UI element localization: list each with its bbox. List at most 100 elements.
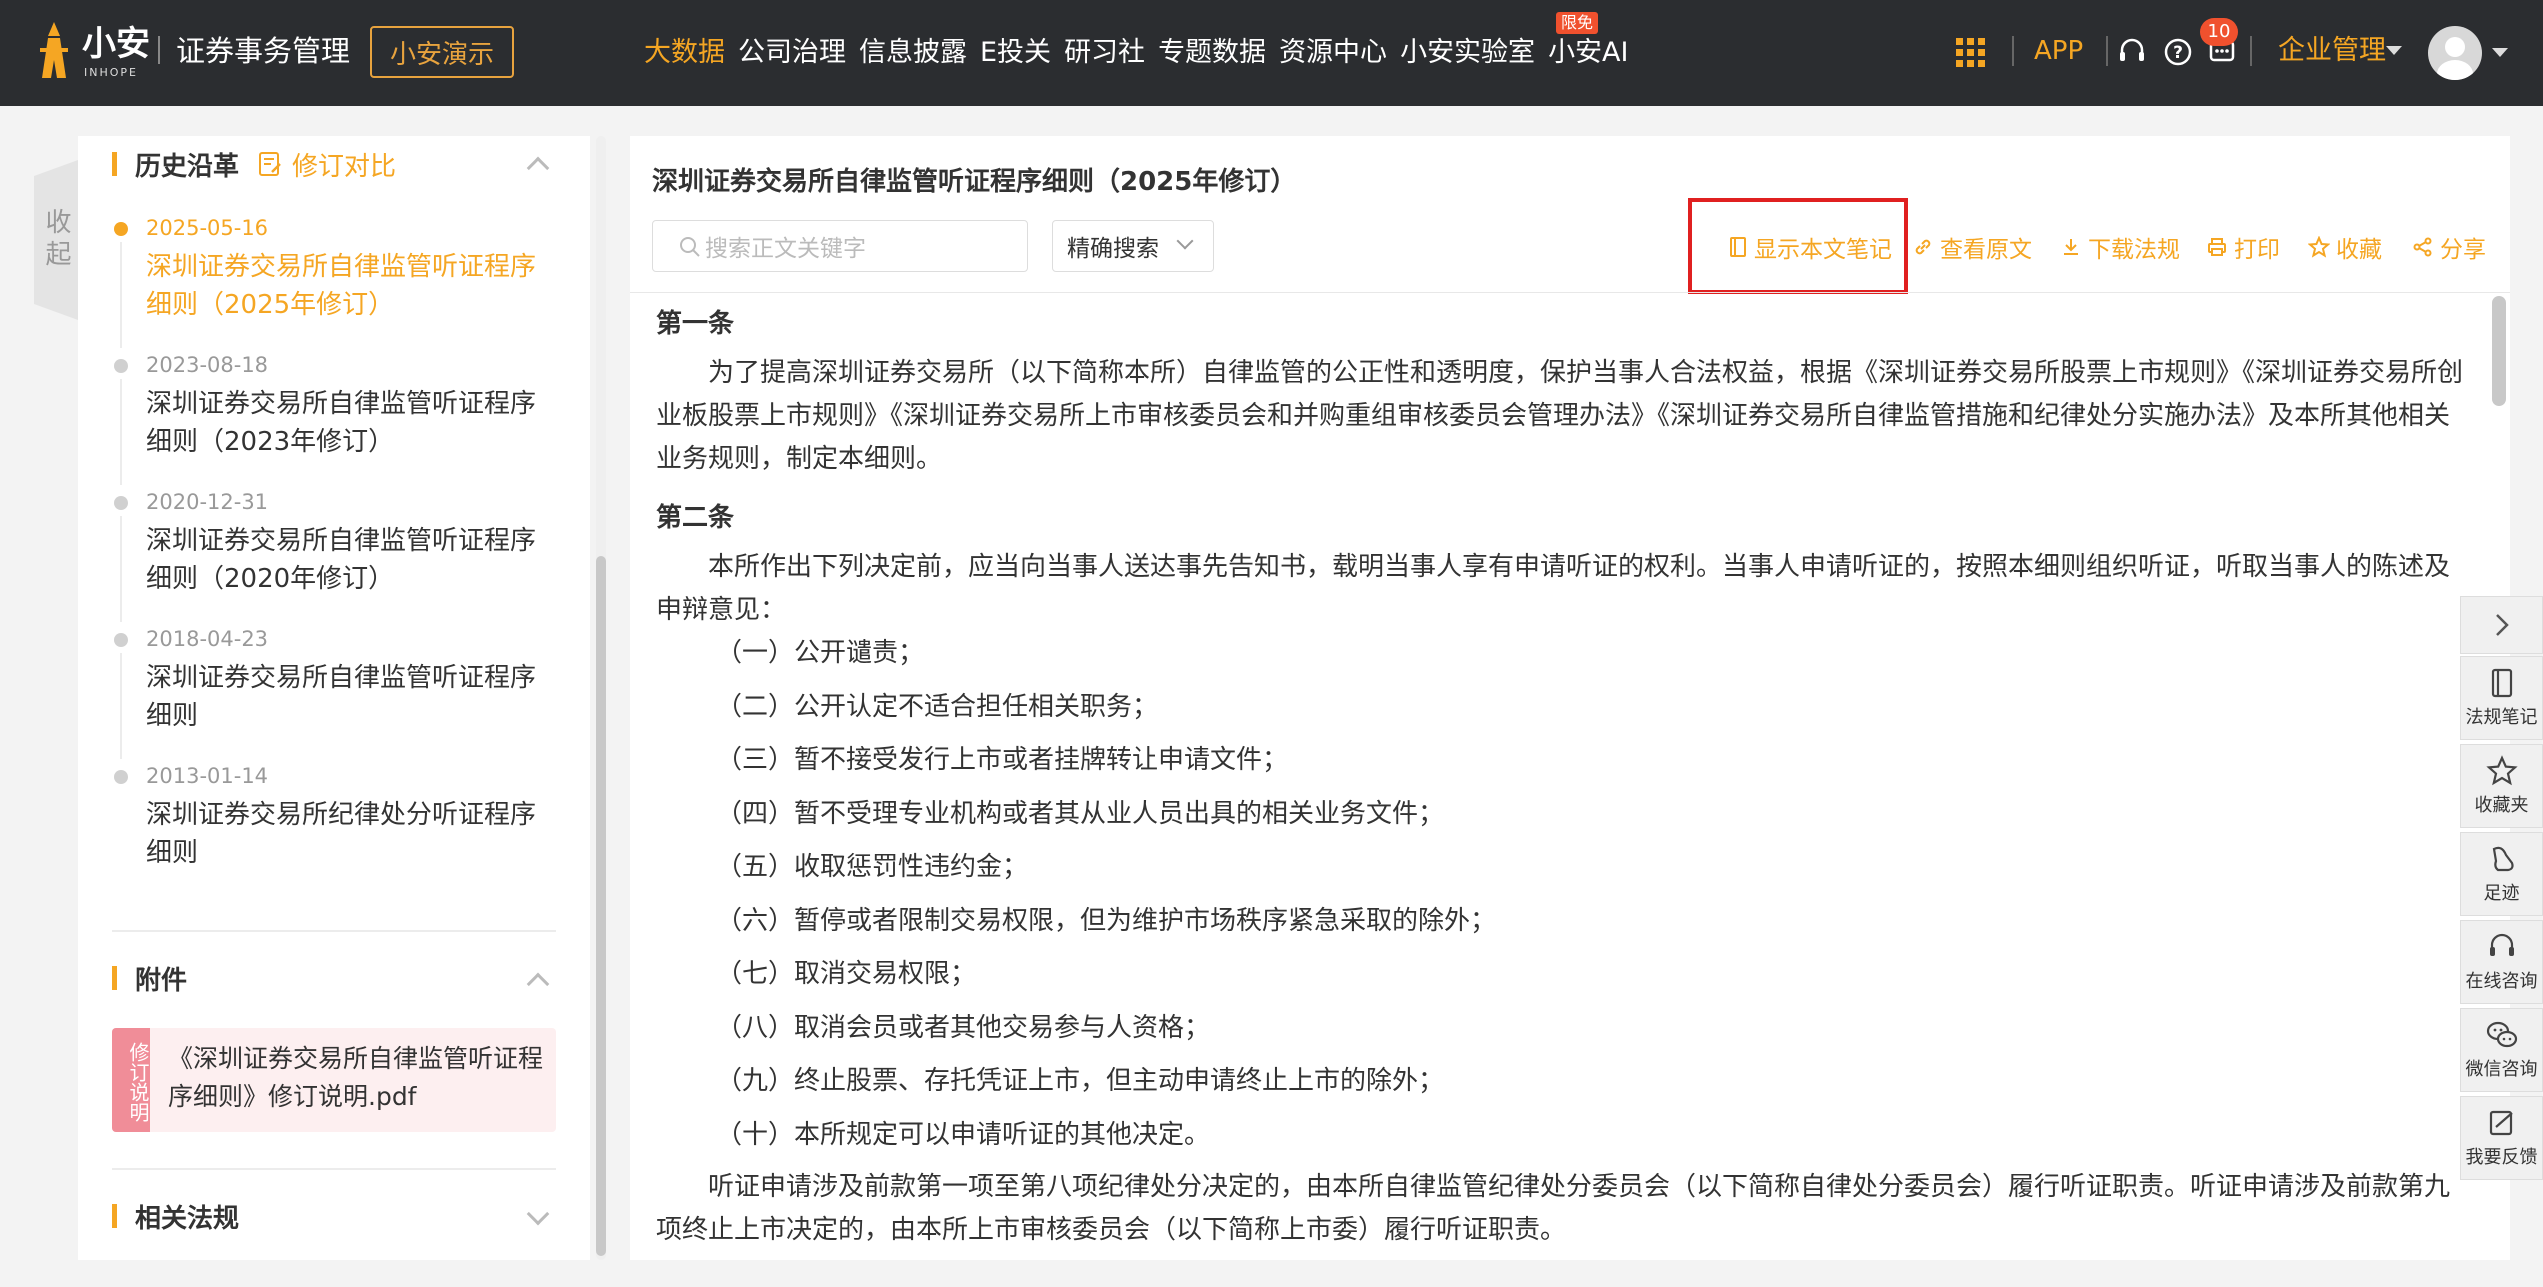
section-accent-bar bbox=[112, 152, 117, 176]
timeline-title: 深圳证券交易所自律监管听证程序细则（2025年修订） bbox=[146, 252, 537, 320]
attachment-item[interactable]: 修订说明 《深圳证券交易所自律监管听证程序细则》修订说明.pdf bbox=[112, 1028, 556, 1132]
logo-tower-icon bbox=[40, 22, 68, 78]
nav-item-e-ir[interactable]: E投关 bbox=[980, 30, 1051, 76]
compare-doc-icon bbox=[259, 152, 281, 176]
favorite-button[interactable]: 收藏 bbox=[2308, 230, 2382, 264]
download-button[interactable]: 下载法规 bbox=[2060, 230, 2180, 264]
history-section-header[interactable]: 历史沿革 bbox=[112, 144, 239, 184]
search-mode-select[interactable]: 精确搜索 bbox=[1052, 220, 1214, 272]
timeline-date: 2025-05-16 bbox=[146, 216, 269, 240]
star-icon bbox=[2485, 755, 2518, 786]
article-list-item: （三）暂不接受发行上市或者挂牌转让申请文件； bbox=[716, 745, 1289, 775]
attachment-tag: 修订说明 bbox=[112, 1028, 150, 1132]
timeline-item[interactable]: 2018-04-23 深圳证券交易所自律监管听证程序细则 bbox=[112, 623, 552, 759]
help-icon[interactable]: ? bbox=[2162, 36, 2194, 68]
headset-icon[interactable] bbox=[2116, 36, 2148, 68]
timeline-line bbox=[120, 653, 122, 759]
footprint-label: 足迹 bbox=[2483, 883, 2520, 904]
footprint-icon bbox=[2492, 846, 2514, 872]
caret-down-icon[interactable] bbox=[2386, 46, 2402, 55]
timeline-line bbox=[120, 516, 122, 622]
nav-item-ai[interactable]: 小安AI bbox=[1548, 30, 1628, 76]
timeline-item[interactable]: 2025-05-16 深圳证券交易所自律监管听证程序细则（2025年修订） bbox=[112, 212, 552, 348]
view-original-label: 查看原文 bbox=[1940, 237, 2032, 263]
nav-item-lab[interactable]: 小安实验室 bbox=[1400, 30, 1535, 76]
collapse-toolbar-button[interactable] bbox=[2460, 596, 2543, 654]
toolbar-divider bbox=[630, 292, 2510, 293]
timeline-line bbox=[120, 379, 122, 485]
attachments-section-header[interactable]: 附件 bbox=[112, 958, 187, 998]
top-navbar: 小安 INHOPE 证券事务管理 小安演示 大数据 公司治理 信息披露 E投关 … bbox=[0, 0, 2543, 106]
headset-icon bbox=[2489, 933, 2514, 956]
timeline-dot bbox=[114, 770, 128, 784]
timeline-item[interactable]: 2023-08-18 深圳证券交易所自律监管听证程序细则（2023年修订） bbox=[112, 349, 552, 485]
timeline-item[interactable]: 2013-01-14 深圳证券交易所纪律处分听证程序细则 bbox=[112, 760, 552, 880]
article-list-item: （八）取消会员或者其他交易参与人资格； bbox=[716, 1013, 1211, 1043]
section-divider bbox=[112, 1168, 556, 1170]
wechat-consult-button[interactable]: 微信咨询 bbox=[2460, 1008, 2543, 1092]
favorite-label: 收藏 bbox=[2336, 237, 2382, 263]
expand-chevron-down-icon[interactable] bbox=[526, 1202, 550, 1226]
document-scrollbar[interactable] bbox=[2492, 296, 2506, 406]
demo-button[interactable]: 小安演示 bbox=[370, 26, 514, 78]
collapse-chevron-up-icon[interactable] bbox=[526, 972, 550, 996]
article-list-item: （五）收取惩罚性违约金； bbox=[716, 852, 1029, 882]
apps-grid-icon[interactable] bbox=[1956, 38, 1986, 68]
document-title: 深圳证券交易所自律监管听证程序细则（2025年修订） bbox=[652, 167, 1297, 197]
nav-item-bigdata[interactable]: 大数据 bbox=[644, 30, 725, 76]
app-download-link[interactable]: APP bbox=[2034, 34, 2083, 68]
view-original-button[interactable]: 查看原文 bbox=[1912, 230, 2032, 264]
collapse-sidebar-tab[interactable]: 收起 bbox=[34, 160, 78, 320]
logo-text: 小安 bbox=[82, 24, 150, 64]
attachments-title: 附件 bbox=[135, 965, 188, 996]
avatar[interactable] bbox=[2428, 26, 2482, 80]
search-mode-value: 精确搜索 bbox=[1067, 236, 1159, 262]
caret-down-icon[interactable] bbox=[2492, 48, 2508, 57]
logo-subtext: INHOPE bbox=[84, 66, 138, 79]
law-notes-button[interactable]: 法规笔记 bbox=[2460, 656, 2543, 740]
related-laws-section-header[interactable]: 相关法规 bbox=[112, 1196, 239, 1236]
revision-compare-button[interactable]: 修订对比 bbox=[256, 144, 396, 184]
download-icon bbox=[2064, 239, 2078, 255]
article-paragraph: 本所作出下列决定前，应当向当事人送达事先告知书，载明当事人享有申请听证的权利。当… bbox=[656, 552, 2451, 625]
revision-compare-label: 修订对比 bbox=[292, 151, 397, 182]
note-icon bbox=[2491, 668, 2512, 698]
sidebar-scrollbar[interactable] bbox=[596, 556, 606, 1256]
timeline-dot bbox=[114, 359, 128, 373]
share-button[interactable]: 分享 bbox=[2412, 230, 2486, 264]
footprint-button[interactable]: 足迹 bbox=[2460, 832, 2543, 916]
nav-item-disclosure[interactable]: 信息披露 bbox=[859, 30, 967, 76]
law-notes-label: 法规笔记 bbox=[2465, 707, 2538, 728]
section-accent-bar bbox=[112, 1204, 117, 1228]
article-list-item: （一）公开谴责； bbox=[716, 638, 925, 668]
timeline-dot bbox=[114, 222, 128, 236]
online-consult-label: 在线咨询 bbox=[2465, 971, 2538, 992]
divider bbox=[2250, 36, 2252, 66]
timeline-dot bbox=[114, 633, 128, 647]
nav-item-academy[interactable]: 研习社 bbox=[1064, 30, 1145, 76]
wechat-icon bbox=[2486, 1021, 2517, 1048]
nav-item-topic-data[interactable]: 专题数据 bbox=[1158, 30, 1266, 76]
article-list-item: （六）暂停或者限制交易权限，但为维护市场秩序紧急采取的除外； bbox=[716, 906, 1497, 936]
collapse-chevron-up-icon[interactable] bbox=[526, 156, 550, 180]
article-list-item: （十）本所规定可以申请听证的其他决定。 bbox=[716, 1120, 1211, 1150]
chevron-down-icon bbox=[1176, 232, 1194, 250]
timeline-item[interactable]: 2020-12-31 深圳证券交易所自律监管听证程序细则（2020年修订） bbox=[112, 486, 552, 622]
print-label: 打印 bbox=[2234, 237, 2280, 263]
print-button[interactable]: 打印 bbox=[2206, 230, 2280, 264]
article-heading: 第一条 bbox=[656, 309, 735, 339]
feedback-button[interactable]: 我要反馈 bbox=[2460, 1096, 2543, 1180]
enterprise-menu[interactable]: 企业管理 bbox=[2278, 34, 2386, 68]
timeline-title: 深圳证券交易所自律监管听证程序细则（2020年修订） bbox=[146, 526, 537, 594]
article-list-item: （九）终止股票、存托凭证上市，但主动申请终止上市的除外； bbox=[716, 1066, 1445, 1096]
document-panel: 深圳证券交易所自律监管听证程序细则（2025年修订） 搜索正文关键字 精确搜索 … bbox=[630, 136, 2510, 1260]
nav-item-resources[interactable]: 资源中心 bbox=[1279, 30, 1387, 76]
feedback-label: 我要反馈 bbox=[2465, 1147, 2538, 1168]
favorites-button[interactable]: 收藏夹 bbox=[2460, 744, 2543, 828]
nav-item-governance[interactable]: 公司治理 bbox=[738, 30, 846, 76]
online-consult-button[interactable]: 在线咨询 bbox=[2460, 920, 2543, 1004]
search-input[interactable]: 搜索正文关键字 bbox=[652, 220, 1028, 272]
attachment-name: 《深圳证券交易所自律监管听证程序细则》修订说明.pdf bbox=[168, 1044, 544, 1111]
timeline-title: 深圳证券交易所纪律处分听证程序细则 bbox=[146, 800, 537, 868]
chevron-right-icon bbox=[2495, 614, 2509, 636]
